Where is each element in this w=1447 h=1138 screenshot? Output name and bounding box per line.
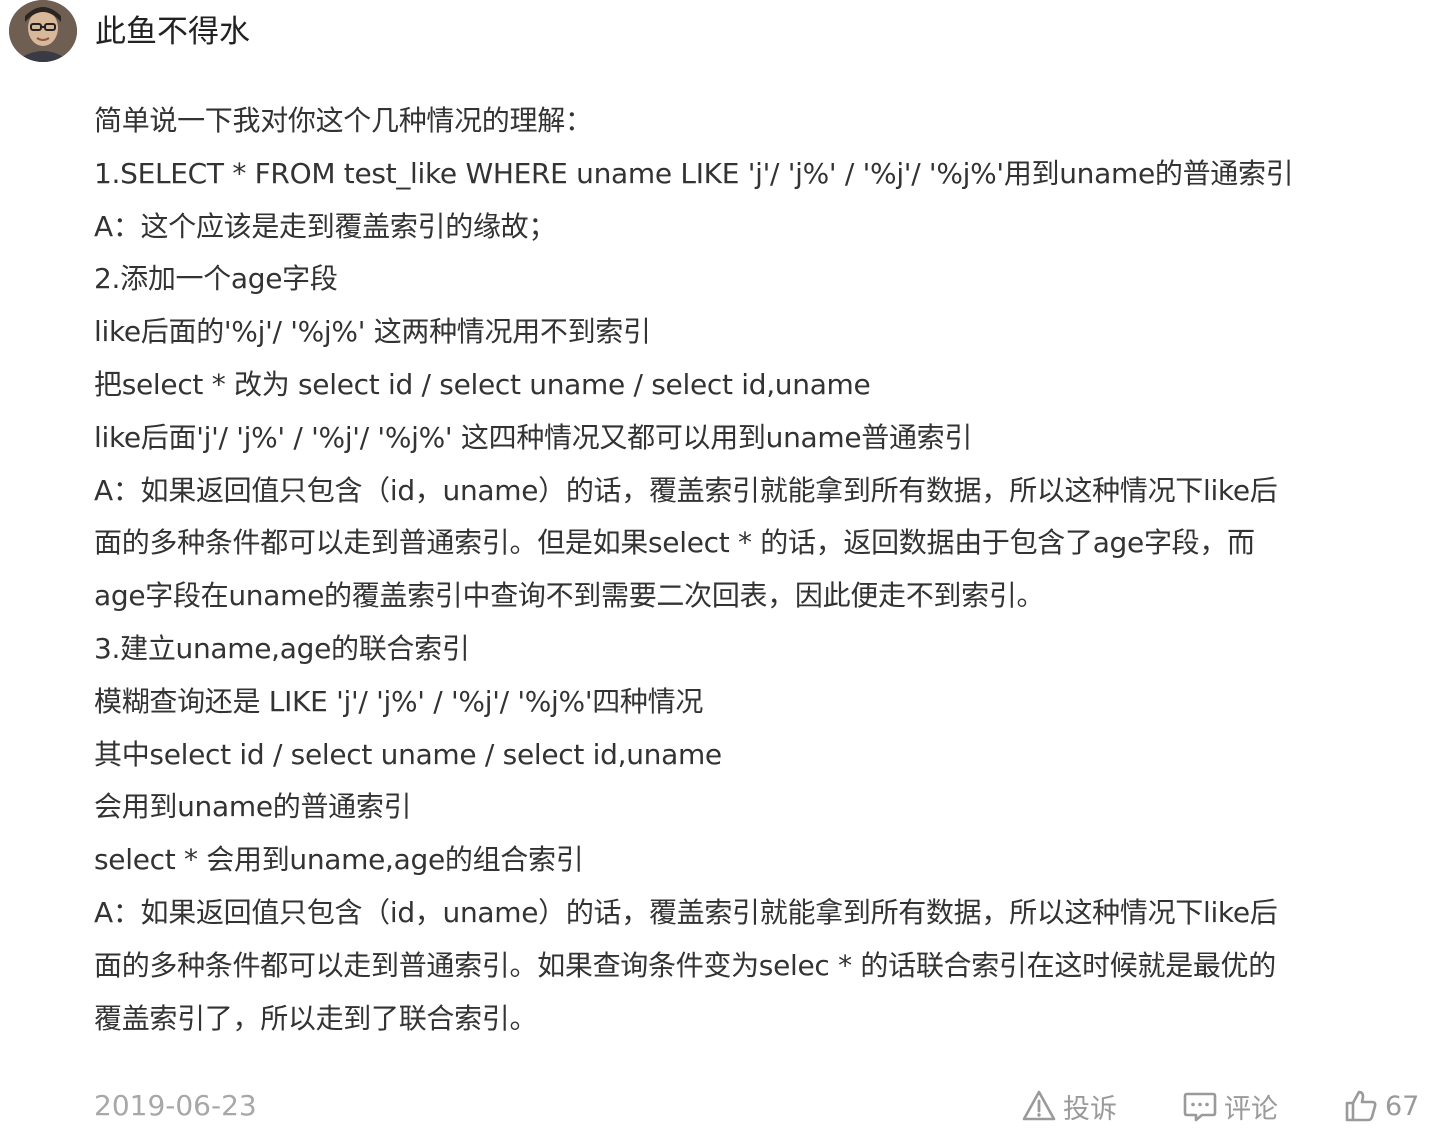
comment-date: 2019-06-23 — [94, 1089, 257, 1122]
comment-line: 面的多种条件都可以走到普通索引。如果查询条件变为selec * 的话联合索引在这… — [94, 948, 1276, 982]
comment-line: 3.建立uname,age的联合索引 — [94, 631, 470, 665]
like-button[interactable]: 67 — [1343, 1086, 1419, 1126]
comment-line: 会用到uname的普通索引 — [94, 790, 412, 824]
warning-triangle-icon — [1021, 1088, 1057, 1124]
comment-line: A：这个应该是走到覆盖索引的缘故； — [94, 209, 557, 243]
thumbs-up-icon — [1343, 1088, 1379, 1124]
comment-line: 2.添加一个age字段 — [94, 262, 338, 296]
comment-line: 面的多种条件都可以走到普通索引。但是如果select * 的话，返回数据由于包含… — [94, 526, 1255, 560]
reply-button[interactable]: 评论 — [1182, 1086, 1278, 1126]
report-button[interactable]: 投诉 — [1021, 1086, 1117, 1126]
report-label: 投诉 — [1063, 1093, 1117, 1125]
comment-body: 简单说一下我对你这个几种情况的理解： 1.SELECT * FROM test_… — [94, 95, 1429, 1045]
comment-line: 把select * 改为 select id / select uname / … — [94, 367, 871, 401]
comment-line: like后面'j'/ 'j%' / '%j'/ '%j%' 这四种情况又都可以用… — [94, 420, 973, 454]
author-name[interactable]: 此鱼不得水 — [95, 12, 250, 52]
comment-line: age字段在uname的覆盖索引中查询不到需要二次回表，因此便走不到索引。 — [94, 579, 1045, 613]
comment-line: 覆盖索引了，所以走到了联合索引。 — [94, 1001, 538, 1035]
comment-line: 1.SELECT * FROM test_like WHERE uname LI… — [94, 156, 1294, 190]
like-count: 67 — [1385, 1090, 1420, 1122]
comment-line: like后面的'%j'/ '%j%' 这两种情况用不到索引 — [94, 315, 651, 349]
reply-label: 评论 — [1224, 1093, 1278, 1125]
comment-line: 其中select id / select uname / select id,u… — [94, 737, 722, 771]
comment-line: A：如果返回值只包含（id，uname）的话，覆盖索引就能拿到所有数据，所以这种… — [94, 895, 1278, 929]
comment-line: select * 会用到uname,age的组合索引 — [94, 843, 584, 877]
comment-line: 简单说一下我对你这个几种情况的理解： — [94, 104, 593, 137]
comment-line: 模糊查询还是 LIKE 'j'/ 'j%' / '%j'/ '%j%'四种情况 — [94, 684, 704, 718]
comment-line: A：如果返回值只包含（id，uname）的话，覆盖索引就能拿到所有数据，所以这种… — [94, 473, 1278, 507]
comment-bubble-icon — [1182, 1088, 1218, 1124]
avatar[interactable] — [9, 0, 77, 62]
